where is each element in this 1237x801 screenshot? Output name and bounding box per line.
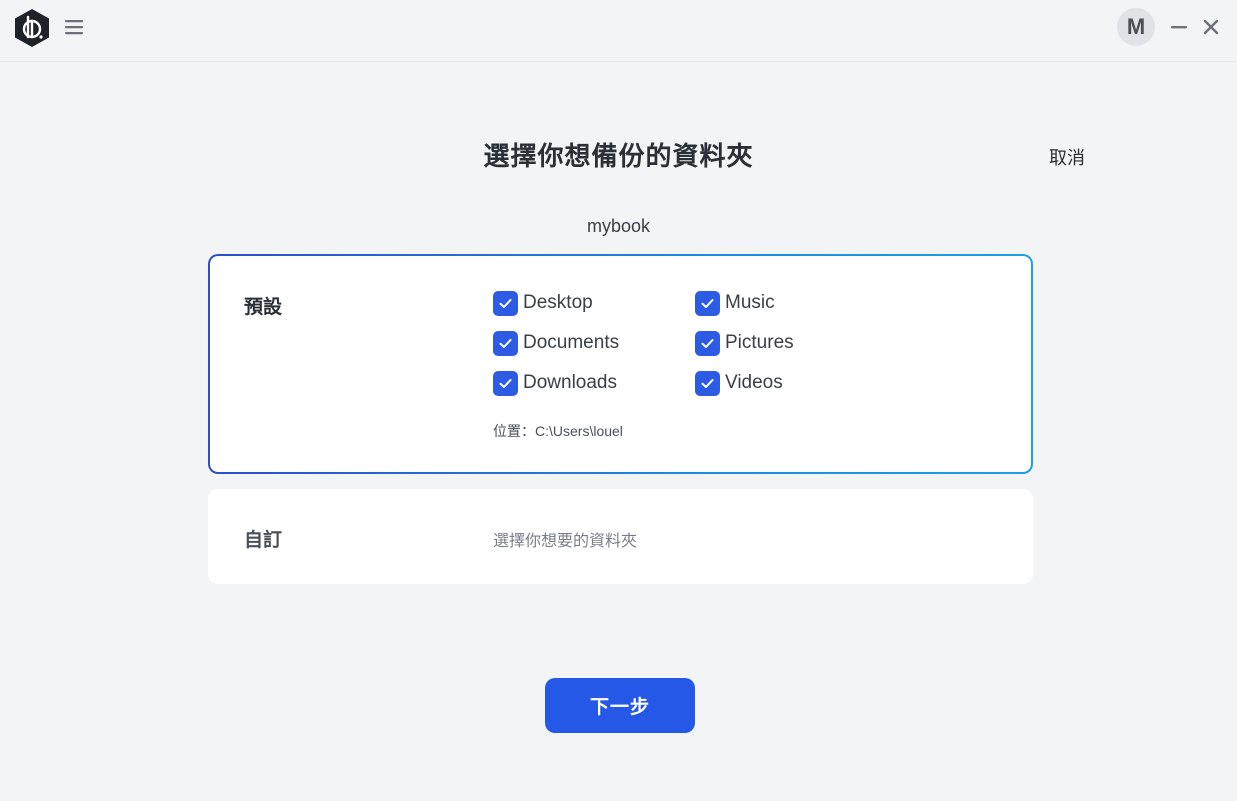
checkbox-checked-icon[interactable]: [493, 370, 518, 396]
custom-card-label: 自訂: [244, 530, 283, 551]
folder-label: Documents: [523, 332, 620, 353]
backup-app-logo-icon: [15, 9, 49, 47]
device-name: mybook: [586, 216, 651, 236]
folder-label: Downloads: [523, 372, 617, 393]
folder-label: Videos: [725, 372, 783, 393]
folder-option-desktop[interactable]: Desktop: [493, 290, 593, 316]
minimize-icon[interactable]: [1168, 16, 1190, 38]
hamburger-menu-icon[interactable]: [64, 17, 84, 37]
checkbox-checked-icon[interactable]: [493, 330, 518, 356]
folder-option-pictures[interactable]: Pictures: [695, 330, 794, 356]
close-icon[interactable]: [1200, 16, 1222, 38]
user-avatar[interactable]: M: [1117, 8, 1155, 46]
default-folders-card[interactable]: 預設 Desktop Music Documents Pictures Down…: [208, 254, 1033, 474]
default-card-label: 預設: [244, 297, 283, 318]
checkbox-checked-icon[interactable]: [695, 330, 720, 356]
folder-option-videos[interactable]: Videos: [695, 370, 783, 396]
custom-folders-card[interactable]: 自訂 選擇你想要的資料夾: [208, 489, 1033, 584]
folder-option-music[interactable]: Music: [695, 290, 775, 316]
folder-checklist: Desktop Music Documents Pictures Downloa…: [493, 290, 913, 420]
title-bar: M: [0, 0, 1237, 62]
backup-location: 位置：C:\Users\louel: [493, 423, 623, 439]
checkbox-checked-icon[interactable]: [695, 290, 720, 316]
folder-label: Music: [725, 292, 775, 313]
next-button[interactable]: 下一步: [545, 678, 695, 733]
folder-label: Desktop: [523, 292, 593, 313]
checkbox-checked-icon[interactable]: [493, 290, 518, 316]
custom-folder-hint: 選擇你想要的資料夾: [493, 533, 638, 550]
checkbox-checked-icon[interactable]: [695, 370, 720, 396]
folder-option-documents[interactable]: Documents: [493, 330, 619, 356]
folder-label: Pictures: [725, 332, 794, 353]
folder-option-downloads[interactable]: Downloads: [493, 370, 617, 396]
cancel-button[interactable]: 取消: [1049, 144, 1085, 170]
